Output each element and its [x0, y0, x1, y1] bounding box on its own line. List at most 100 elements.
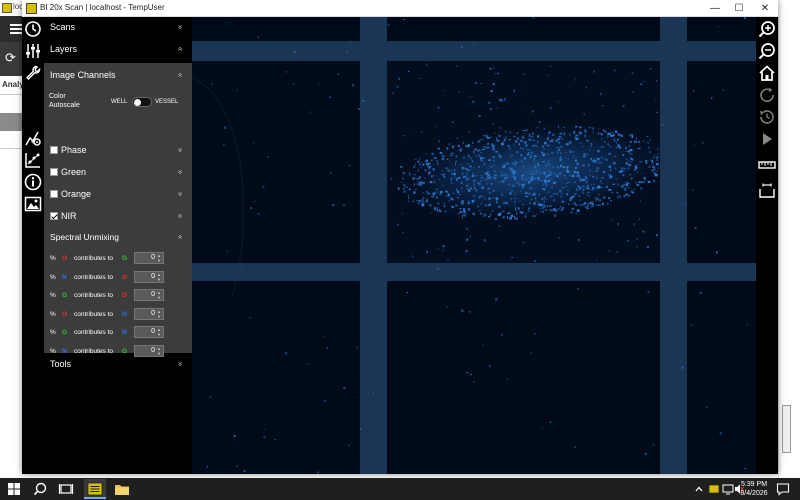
tools-section-header[interactable]: Tools »	[44, 353, 192, 375]
chevron-up-icon[interactable]: «	[176, 73, 185, 76]
spinner-arrows-icon[interactable]: ▲ ▼	[157, 290, 161, 300]
background-app-icon	[2, 3, 12, 13]
layers-label: Layers	[50, 44, 78, 54]
wrench-icon[interactable]	[24, 64, 42, 82]
spectral-unmixing-header[interactable]: Spectral Unmixing «	[44, 227, 192, 249]
scans-section-header[interactable]: Scans »	[44, 17, 192, 39]
folder-icon[interactable]	[114, 481, 130, 497]
phase-checkbox[interactable]	[50, 146, 58, 154]
scan-image-viewport[interactable]	[192, 17, 756, 474]
clock-date: 8/4/2026	[740, 490, 768, 497]
window-title: BI 20x Scan | localhost - TempUser	[40, 3, 165, 12]
channel-label: NIR	[61, 211, 77, 221]
channel-row-nir[interactable]: NIR »	[44, 209, 192, 227]
window-titlebar[interactable]: BI 20x Scan | localhost - TempUser — ☐ ✕	[22, 0, 778, 17]
chevron-down-icon[interactable]: »	[176, 148, 185, 151]
toggle-knob	[134, 99, 141, 106]
menu-icon[interactable]	[10, 24, 22, 34]
play-icon[interactable]	[758, 130, 776, 148]
chevron-down-icon[interactable]: »	[176, 25, 185, 28]
chevron-down-icon[interactable]: »	[176, 214, 185, 217]
minimize-button[interactable]: —	[703, 0, 727, 17]
spinner-arrows-icon[interactable]: ▲ ▼	[157, 309, 161, 319]
target-channel: O	[122, 292, 128, 299]
task-view-icon[interactable]	[58, 481, 74, 497]
image-channels-label: Image Channels	[50, 70, 116, 80]
maximize-button[interactable]: ☐	[727, 0, 751, 17]
chevron-up-icon[interactable]: «	[176, 47, 185, 50]
side-panel: Scans » Layers « « Image Channels « Colo…	[31, 17, 192, 474]
percent-symbol: %	[50, 292, 56, 299]
background-scrollbar[interactable]	[782, 405, 791, 453]
image-channels-header[interactable]: Image Channels «	[44, 63, 192, 85]
spinner-arrows-icon[interactable]: ▲ ▼	[157, 327, 161, 337]
info-icon[interactable]	[24, 173, 42, 191]
percent-symbol: %	[50, 273, 56, 281]
orange-checkbox[interactable]	[50, 190, 58, 198]
zoom-in-icon[interactable]	[758, 20, 776, 38]
spectral-row: % Ncontributes to O 0 ▲ ▼	[44, 270, 192, 285]
chevron-down-icon[interactable]: »	[176, 192, 185, 195]
autoscale-toggle[interactable]	[132, 97, 152, 107]
windows-start-icon[interactable]	[6, 481, 22, 497]
close-button[interactable]: ✕	[753, 0, 777, 17]
ruler-icon[interactable]	[758, 156, 776, 174]
rotate-icon[interactable]	[758, 86, 776, 104]
source-channel: G	[62, 329, 68, 336]
target-channel: G	[122, 255, 128, 262]
chevron-down-icon[interactable]: »	[176, 362, 185, 365]
collapse-panel-icon[interactable]: «	[31, 136, 36, 146]
target-channel: O	[122, 273, 128, 281]
contributes-label: contributes to	[74, 292, 114, 299]
image-channels-box: « Image Channels « Color Autoscale WELL …	[31, 63, 192, 357]
measure-area-icon[interactable]	[758, 181, 776, 199]
chevron-up-icon[interactable]	[694, 481, 704, 497]
divider	[0, 94, 22, 95]
contributes-label: contributes to	[74, 255, 114, 262]
source-channel: N	[62, 273, 67, 281]
spinner-arrows-icon[interactable]: ▲ ▼	[157, 272, 161, 282]
channel-label: Phase	[61, 145, 87, 155]
nir-checkbox[interactable]	[50, 212, 58, 220]
clock-icon[interactable]	[24, 20, 42, 38]
contributes-label: contributes to	[74, 273, 114, 281]
spectral-row: % Ocontributes to G 0 ▲ ▼	[44, 252, 192, 266]
scan-image	[192, 17, 756, 474]
active-app-taskbar-button[interactable]	[84, 479, 106, 499]
well-option-label: WELL	[111, 99, 128, 105]
scan-window: BI 20x Scan | localhost - TempUser — ☐ ✕	[22, 0, 778, 474]
search-icon[interactable]	[32, 481, 48, 497]
layers-sliders-icon[interactable]	[24, 42, 42, 60]
history-icon[interactable]	[758, 108, 776, 126]
layers-section-header[interactable]: Layers «	[44, 39, 192, 61]
app-tray-icon[interactable]	[708, 481, 720, 497]
source-channel: G	[62, 292, 68, 299]
percent-symbol: %	[50, 329, 56, 336]
home-icon[interactable]	[758, 64, 776, 82]
channel-row-green[interactable]: Green »	[44, 165, 192, 183]
left-icon-rail	[22, 17, 44, 474]
zoom-out-icon[interactable]	[758, 42, 776, 60]
image-export-icon[interactable]	[24, 195, 42, 213]
background-selected-row[interactable]	[0, 113, 22, 131]
clock-time: 5:39 PM	[740, 481, 768, 488]
channel-row-orange[interactable]: Orange »	[44, 187, 192, 205]
chevron-down-icon[interactable]: »	[176, 170, 185, 173]
channel-label: Orange	[61, 189, 92, 199]
app-icon	[26, 3, 37, 14]
background-tab-label[interactable]: Analy	[2, 80, 24, 89]
spinner-arrows-icon[interactable]: ▲ ▼	[157, 253, 161, 263]
network-icon[interactable]	[722, 481, 734, 497]
scatter-chart-icon[interactable]	[24, 151, 42, 169]
contributes-label: contributes to	[74, 329, 114, 336]
tools-label: Tools	[50, 359, 72, 369]
taskbar-clock[interactable]: 5:39 PM 8/4/2026	[738, 480, 770, 498]
percent-symbol: %	[50, 310, 56, 318]
channel-row-phase[interactable]: Phase »	[44, 143, 192, 161]
notification-icon[interactable]	[775, 481, 791, 497]
chevron-up-icon[interactable]: «	[176, 235, 185, 238]
channel-label: Green	[61, 167, 87, 177]
target-channel: N	[122, 329, 127, 336]
refresh-icon[interactable]: ⟳	[5, 50, 16, 66]
green-checkbox[interactable]	[50, 168, 58, 176]
